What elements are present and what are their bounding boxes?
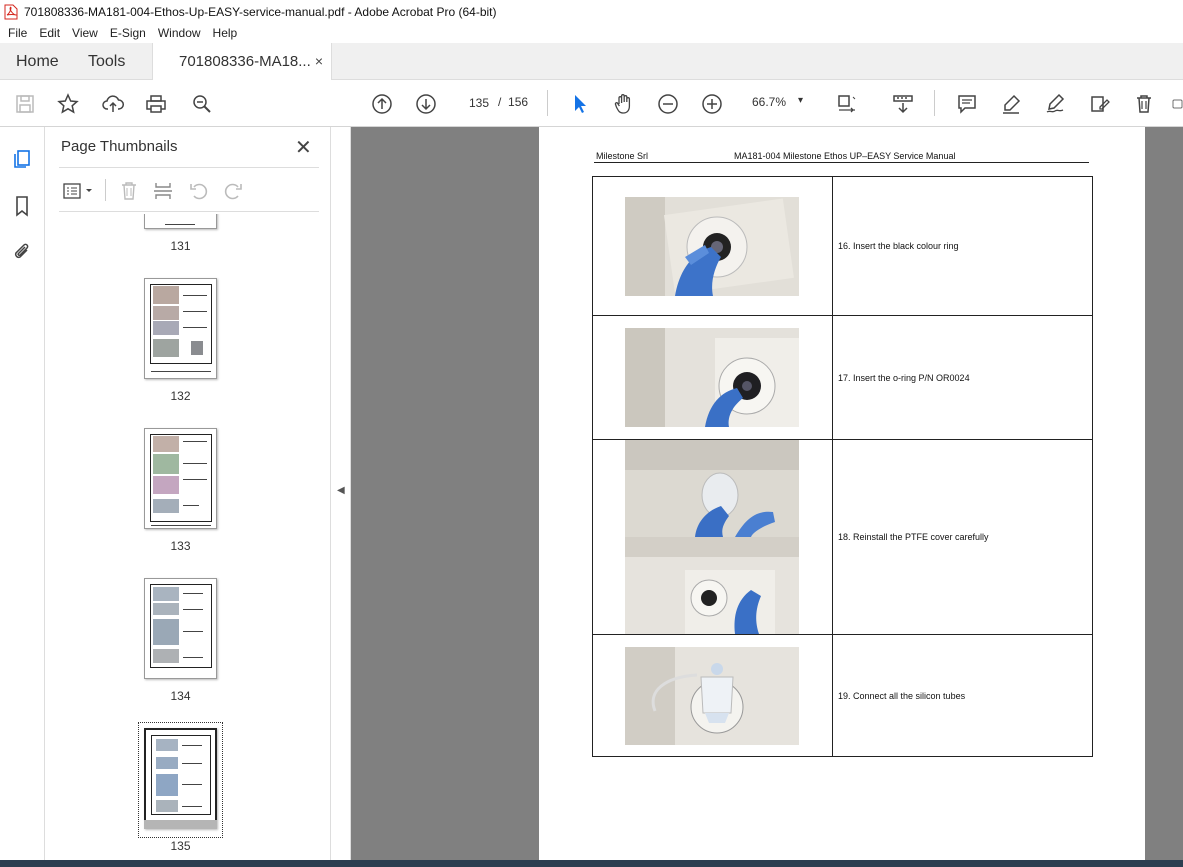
page-count: / 156: [498, 95, 529, 109]
document-viewport[interactable]: Milestone Srl MA181-004 Milestone Ethos …: [351, 127, 1183, 867]
close-icon[interactable]: ✕: [295, 135, 312, 160]
step-photo: [625, 197, 799, 296]
insert-page-icon[interactable]: [151, 179, 175, 203]
panel-splitter[interactable]: ◀: [330, 127, 351, 867]
window-title: 701808336-MA181-004-Ethos-Up-EASY-servic…: [24, 4, 497, 19]
save-icon[interactable]: [12, 91, 38, 117]
cursor-icon[interactable]: [567, 91, 593, 117]
thumbnail-label: 133: [170, 539, 191, 553]
page-thumbnails-icon[interactable]: [10, 147, 34, 171]
step-text-cell: 16. Insert the black colour ring: [832, 176, 1093, 316]
thumbnail-label: 135: [170, 839, 191, 853]
table-row: 16. Insert the black colour ring: [592, 176, 1093, 316]
step-text: 19. Connect all the silicon tubes: [838, 690, 966, 701]
rotate-right-icon[interactable]: [221, 179, 245, 203]
title-bar: 701808336-MA181-004-Ethos-Up-EASY-servic…: [0, 0, 1183, 23]
step-text-cell: 17. Insert the o-ring P/N OR0024: [832, 315, 1093, 440]
thumbnail-label: 132: [170, 389, 191, 403]
scroll-mode-icon[interactable]: [890, 91, 916, 117]
step-image-cell: [592, 315, 833, 440]
page-thumbnails-panel: Page Thumbnails ✕ 131 132 133 134 135: [45, 127, 370, 867]
step-image-cell: [592, 439, 833, 635]
steps-table: 16. Insert the black colour ring 17. Ins…: [592, 176, 1093, 757]
page-thumbnail[interactable]: [144, 278, 217, 379]
step-photo: [625, 647, 799, 745]
acrobat-pdf-icon: [4, 4, 18, 20]
page-thumbnail[interactable]: [144, 578, 217, 679]
step-image-cell: [592, 634, 833, 757]
arrow-down-circle-icon[interactable]: [413, 91, 439, 117]
trash-icon[interactable]: [117, 179, 141, 203]
step-photo: [625, 328, 799, 427]
pdf-page: Milestone Srl MA181-004 Milestone Ethos …: [539, 127, 1145, 867]
step-text: 18. Reinstall the PTFE cover carefully: [838, 532, 989, 542]
divider: [59, 211, 319, 212]
total-pages: 156: [508, 95, 529, 109]
divider: [59, 167, 319, 168]
thumbnail-list: 131 132 133 134 135: [59, 214, 309, 864]
panel-title: Page Thumbnails: [61, 138, 178, 155]
menu-esign[interactable]: E-Sign: [104, 26, 152, 40]
step-text-cell: 18. Reinstall the PTFE cover carefully: [832, 439, 1093, 635]
tab-bar: Home Tools 701808336-MA18... ×: [0, 43, 1183, 81]
star-icon[interactable]: [55, 91, 81, 117]
thumbnail-toolbar: [59, 177, 319, 205]
bookmark-icon[interactable]: [10, 194, 34, 218]
menu-file[interactable]: File: [2, 26, 33, 40]
highlight-pen-icon[interactable]: [998, 91, 1024, 117]
page-thumbnail[interactable]: [144, 214, 217, 229]
menu-help[interactable]: Help: [207, 26, 244, 40]
step-text: 17. Insert the o-ring P/N OR0024: [838, 372, 970, 383]
table-row: 19. Connect all the silicon tubes: [592, 634, 1093, 757]
table-row: 18. Reinstall the PTFE cover carefully: [592, 439, 1093, 635]
search-zoom-icon[interactable]: [189, 91, 215, 117]
table-row: 17. Insert the o-ring P/N OR0024: [592, 315, 1093, 440]
navigation-rail: [0, 127, 45, 867]
header-rule: [594, 162, 1089, 163]
thumbnail-label: 134: [170, 689, 191, 703]
step-text-cell: 19. Connect all the silicon tubes: [832, 634, 1093, 757]
thumbnail-label: 131: [170, 239, 191, 253]
page-number-input[interactable]: 135: [458, 92, 494, 114]
page-header-title: MA181-004 Milestone Ethos UP–EASY Servic…: [734, 151, 956, 161]
step-text: 16. Insert the black colour ring: [838, 241, 959, 251]
toolbar-divider: [934, 90, 935, 116]
hand-icon[interactable]: [611, 91, 637, 117]
tab-home[interactable]: Home: [16, 43, 59, 80]
attachment-icon[interactable]: [10, 240, 34, 264]
taskbar-edge: [0, 860, 1183, 867]
redact-icon[interactable]: [1086, 91, 1112, 117]
page-thumbnail[interactable]: [144, 428, 217, 529]
page-fit-icon[interactable]: [834, 91, 860, 117]
tab-document-label: 701808336-MA18...: [179, 53, 311, 70]
zoom-level[interactable]: 66.7%: [752, 95, 786, 109]
page-header-company: Milestone Srl: [596, 151, 649, 161]
upload-icon[interactable]: [100, 91, 126, 117]
toolbar-divider: [105, 179, 106, 201]
zoom-out-icon[interactable]: [655, 91, 681, 117]
step-photo: [625, 440, 799, 634]
options-menu-icon[interactable]: [61, 179, 97, 203]
zoom-in-icon[interactable]: [699, 91, 725, 117]
menu-bar: File Edit View E-Sign Window Help: [0, 23, 1183, 43]
tab-document[interactable]: 701808336-MA18... ×: [152, 43, 332, 81]
toolbar: 135 / 156 66.7% ▾: [0, 80, 1183, 127]
sign-icon[interactable]: [1042, 91, 1068, 117]
menu-edit[interactable]: Edit: [33, 26, 66, 40]
rotate-left-icon[interactable]: [187, 179, 211, 203]
menu-view[interactable]: View: [66, 26, 104, 40]
delete-icon[interactable]: [1131, 91, 1157, 117]
print-icon[interactable]: [143, 91, 169, 117]
collapse-panel-icon[interactable]: ◀: [337, 485, 345, 496]
more-tools-icon[interactable]: [1172, 91, 1183, 117]
toolbar-divider: [547, 90, 548, 116]
page-thumbnail-selected[interactable]: [144, 728, 217, 829]
tab-tools[interactable]: Tools: [88, 43, 125, 80]
menu-window[interactable]: Window: [152, 26, 207, 40]
step-image-cell: [592, 176, 833, 316]
tab-close-icon[interactable]: ×: [315, 43, 323, 80]
arrow-up-circle-icon[interactable]: [369, 91, 395, 117]
comment-icon[interactable]: [954, 91, 980, 117]
chevron-down-icon[interactable]: ▾: [798, 95, 803, 106]
